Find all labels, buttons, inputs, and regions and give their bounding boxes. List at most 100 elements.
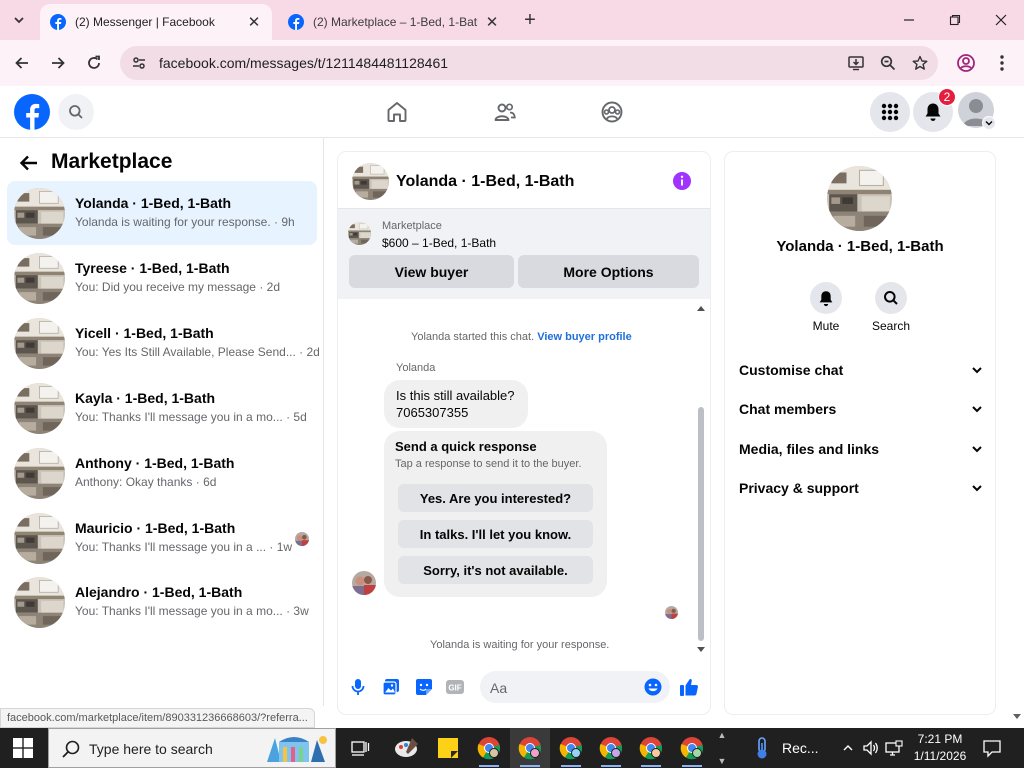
facebook-search-button[interactable] [58,94,94,130]
view-buyer-button[interactable]: View buyer [349,255,514,288]
conversation-title[interactable]: Yolanda · 1-Bed, 1-Bath [396,173,574,191]
chevron-up-icon[interactable]: ▲ [718,730,727,740]
chrome-window-1-icon[interactable] [469,728,509,768]
photo-button[interactable] [380,676,402,698]
zoom-icon[interactable] [874,49,902,77]
like-button[interactable] [678,676,700,698]
forward-icon[interactable] [45,50,71,76]
section-chat-members[interactable]: Chat members [739,397,983,421]
chrome-window-4-icon[interactable] [591,728,631,768]
waiting-text: Yolanda is waiting for your response. [430,639,610,651]
paint-app-icon[interactable] [387,728,427,768]
tab-search-dropdown-icon[interactable] [7,8,31,32]
chrome-window-2-icon[interactable] [510,728,550,768]
search-in-chat-button[interactable]: Search [861,282,921,333]
chevron-down-icon [972,406,982,413]
nav-friends-button[interactable] [489,96,521,128]
tab-messenger[interactable]: (2) Messenger | Facebook ✕ [40,4,272,40]
chat-name: Mauricio · 1-Bed, 1-Bath [75,520,236,536]
view-buyer-profile-link[interactable]: View buyer profile [537,331,632,343]
sticky-notes-icon[interactable] [428,728,468,768]
emoji-icon[interactable] [644,678,662,696]
taskbar-overflow-scroll[interactable]: ▲ ▼ [715,730,729,766]
profile-icon[interactable] [953,50,979,76]
chevron-down-icon[interactable]: ▼ [718,756,727,766]
section-customise-chat[interactable]: Customise chat [739,358,983,382]
network-icon[interactable] [884,738,904,758]
chat-item-alejandro[interactable]: Alejandro · 1-Bed, 1-Bath You: Thanks I'… [7,570,317,634]
chat-item-yolanda[interactable]: Yolanda · 1-Bed, 1-Bath Yolanda is waiti… [7,181,317,245]
volume-icon[interactable] [861,738,881,758]
tab-marketplace[interactable]: (2) Marketplace – 1-Bed, 1-Bath ✕ [278,4,510,40]
quick-response-subtitle: Tap a response to send it to the buyer. [395,458,582,470]
taskbar-clock[interactable]: 7:21 PM 1/11/2026 [905,731,975,765]
install-app-icon[interactable] [842,49,870,77]
chrome-window-3-icon[interactable] [551,728,591,768]
friends-icon [494,103,516,121]
quick-reply-not-available[interactable]: Sorry, it's not available. [398,556,593,584]
quick-reply-yes[interactable]: Yes. Are you interested? [398,484,593,512]
section-label: Chat members [739,401,837,417]
chat-item-kayla[interactable]: Kayla · 1-Bed, 1-Bath You: Thanks I'll m… [7,376,317,440]
bookmark-star-icon[interactable] [906,49,934,77]
message-input[interactable]: Aa [480,671,670,703]
more-options-button[interactable]: More Options [518,255,699,288]
taskbar-search-box[interactable]: Type here to search [48,728,336,768]
address-bar[interactable]: facebook.com/messages/t/1211484481128461 [120,46,938,80]
listing-source: Marketplace [382,220,442,232]
mute-button[interactable]: Mute [796,282,856,333]
browser-menu-icon[interactable] [989,50,1015,76]
groups-icon [601,101,623,123]
section-label: Customise chat [739,362,844,378]
conversation-avatar[interactable] [352,163,389,200]
sticker-icon [416,679,432,695]
thermometer-weather-icon[interactable] [750,736,774,760]
reload-icon[interactable] [81,50,107,76]
url-text[interactable]: facebook.com/messages/t/1211484481128461 [159,55,842,71]
site-info-icon[interactable] [122,46,156,80]
back-icon[interactable] [9,50,35,76]
chrome-window-6-icon[interactable] [672,728,712,768]
chat-avatar [14,513,65,564]
windows-start-icon[interactable] [13,738,33,758]
chat-item-mauricio[interactable]: Mauricio · 1-Bed, 1-Bath You: Thanks I'l… [7,506,317,570]
quick-reply-in-talks[interactable]: In talks. I'll let you know. [398,520,593,548]
gif-icon: GIF [446,680,464,694]
weather-text[interactable]: Rec... [782,740,819,756]
search-icon [62,740,80,758]
chevron-down-icon [972,367,982,374]
tab-close-icon[interactable]: ✕ [246,14,262,31]
listing-thumbnail[interactable] [348,222,371,245]
account-chevron-down-icon[interactable] [982,116,996,130]
listing-price[interactable]: $600 – 1-Bed, 1-Bath [382,236,496,250]
info-icon[interactable] [672,171,692,191]
scrollbar-thumb[interactable] [698,407,704,641]
chat-item-anthony[interactable]: Anthony · 1-Bed, 1-Bath Anthony: Okay th… [7,441,317,505]
section-media-files-links[interactable]: Media, files and links [739,437,983,461]
section-privacy-support[interactable]: Privacy & support [739,476,983,500]
menu-button[interactable] [870,92,910,132]
chat-item-tyreese[interactable]: Tyreese · 1-Bed, 1-Bath You: Did you rec… [7,246,317,310]
facebook-logo-icon[interactable] [14,94,50,130]
restore-icon[interactable] [944,9,966,31]
new-tab-icon[interactable]: + [520,9,540,31]
page-scroll-down-icon[interactable] [1012,712,1022,722]
minimize-icon[interactable] [898,9,920,31]
mic-button[interactable] [347,676,369,698]
info-avatar[interactable] [827,166,892,231]
nav-home-button[interactable] [381,96,413,128]
task-view-icon[interactable] [340,728,380,768]
tray-overflow-chevron-up-icon[interactable] [838,738,858,758]
scroll-up-arrow-icon[interactable] [696,304,706,312]
nav-groups-button[interactable] [596,96,628,128]
chat-name: Yicell · 1-Bed, 1-Bath [75,325,214,341]
action-center-icon[interactable] [982,738,1002,758]
sticker-button[interactable] [413,676,435,698]
chrome-window-5-icon[interactable] [631,728,671,768]
close-window-icon[interactable] [990,9,1012,31]
back-arrow-icon[interactable] [18,152,40,174]
scroll-down-arrow-icon[interactable] [696,646,706,654]
gif-button[interactable]: GIF [444,676,466,698]
tab-close-icon[interactable]: ✕ [484,14,500,31]
chat-item-yicell[interactable]: Yicell · 1-Bed, 1-Bath You: Yes Its Stil… [7,311,320,375]
